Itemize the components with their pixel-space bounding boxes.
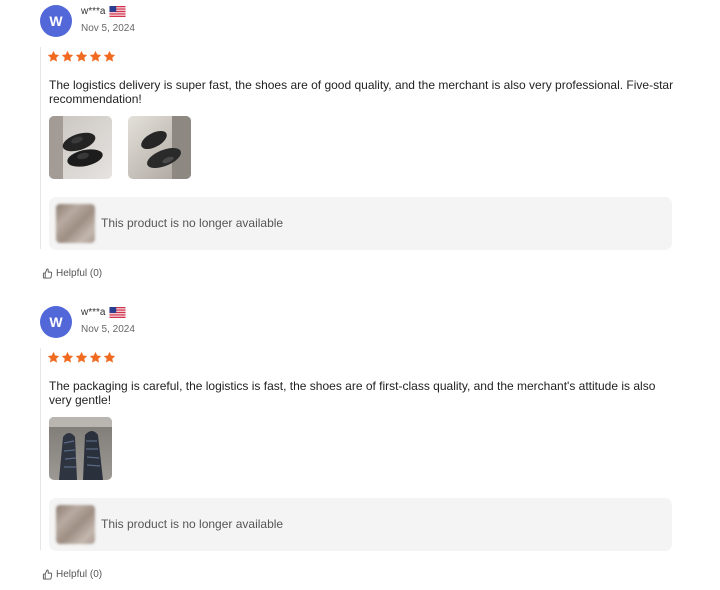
review-text: The logistics delivery is super fast, th… bbox=[49, 78, 674, 106]
helpful-label: Helpful (0) bbox=[56, 569, 103, 580]
star-icon bbox=[61, 50, 74, 62]
star-icon bbox=[47, 50, 60, 62]
reviewer-name: w***a bbox=[81, 307, 127, 318]
review-photo[interactable] bbox=[128, 116, 191, 179]
review-date: Nov 5, 2024 bbox=[81, 23, 135, 34]
star-icon bbox=[61, 351, 74, 363]
review-photos bbox=[49, 116, 191, 179]
avatar: W bbox=[40, 5, 72, 37]
star-icon bbox=[103, 50, 116, 62]
star-rating bbox=[47, 50, 116, 63]
review-date: Nov 5, 2024 bbox=[81, 324, 135, 335]
star-icon bbox=[89, 50, 102, 62]
thumbs-up-icon bbox=[42, 268, 53, 279]
avatar: W bbox=[40, 306, 72, 338]
star-icon bbox=[47, 351, 60, 363]
review-divider-line bbox=[40, 47, 41, 249]
helpful-button[interactable]: Helpful (0) bbox=[42, 569, 102, 580]
review-photos bbox=[49, 417, 112, 480]
reviewer-name-text: w***a bbox=[81, 307, 106, 318]
star-icon bbox=[75, 351, 88, 363]
star-icon bbox=[89, 351, 102, 363]
product-status-text: This product is no longer available bbox=[101, 517, 284, 531]
product-thumbnail bbox=[56, 505, 95, 544]
product-thumbnail bbox=[56, 204, 95, 243]
star-icon bbox=[75, 50, 88, 62]
review-divider-line bbox=[40, 348, 41, 550]
product-info-box: This product is no longer available bbox=[49, 197, 672, 250]
helpful-label: Helpful (0) bbox=[56, 268, 103, 279]
review-list: W w***a Nov 5, 2024 The logistics delive… bbox=[0, 0, 720, 590]
product-status-text: This product is no longer available bbox=[101, 216, 284, 230]
us-flag-icon bbox=[109, 6, 127, 17]
review-text: The packaging is careful, the logistics … bbox=[49, 379, 656, 407]
review-card: W w***a Nov 5, 2024 The logistics delive… bbox=[0, 0, 720, 300]
review-card: W w***a Nov 5, 2024 The packaging is car… bbox=[0, 301, 720, 590]
reviewer-name-text: w***a bbox=[81, 6, 106, 17]
product-info-box: This product is no longer available bbox=[49, 498, 672, 551]
thumbs-up-icon bbox=[42, 569, 53, 580]
reviewer-name: w***a bbox=[81, 6, 127, 17]
star-rating bbox=[47, 351, 116, 364]
us-flag-icon bbox=[109, 307, 127, 318]
star-icon bbox=[103, 351, 116, 363]
review-photo[interactable] bbox=[49, 116, 112, 179]
helpful-button[interactable]: Helpful (0) bbox=[42, 268, 102, 279]
review-photo[interactable] bbox=[49, 417, 112, 480]
